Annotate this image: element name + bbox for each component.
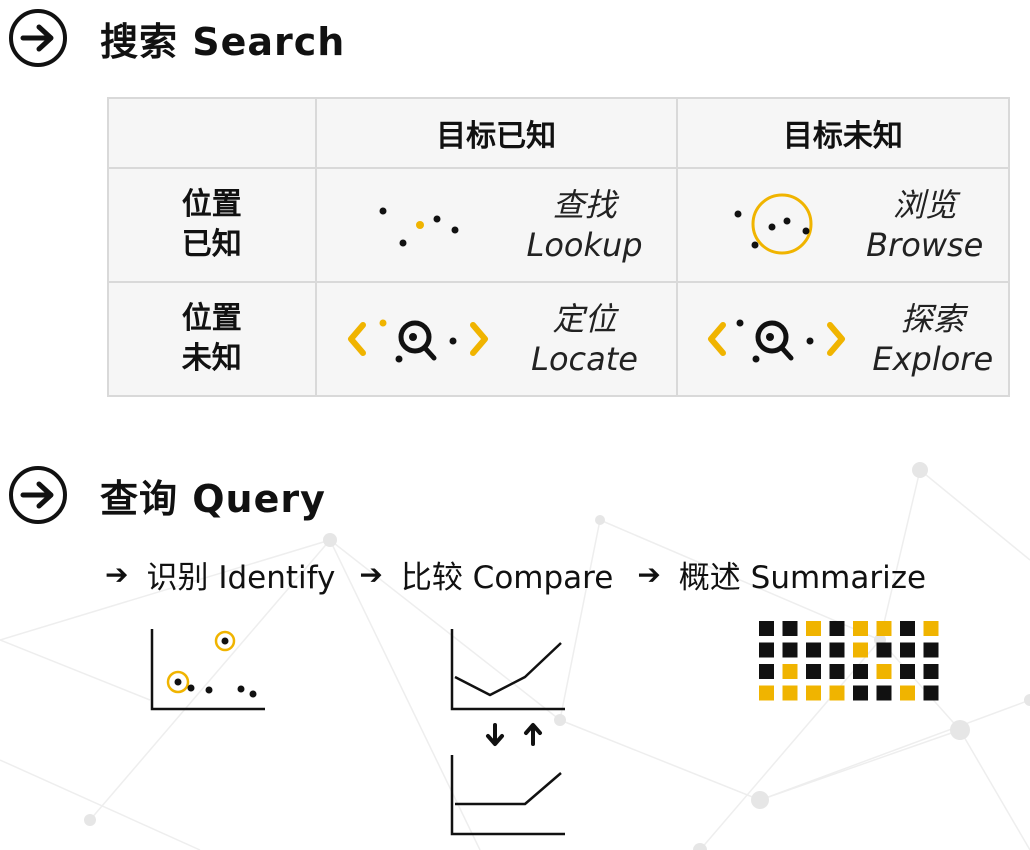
step-arrow: ➔ <box>105 558 129 591</box>
task-locate: 定位 Locate <box>531 300 638 378</box>
grid-cell <box>900 621 915 636</box>
step-summarize: 概述 Summarize <box>678 560 927 596</box>
circle-arrow-icon <box>9 466 67 524</box>
table-corner <box>107 97 317 169</box>
query-steps: ➔ 识别 Identify ➔ 比较 Compare ➔ 概述 Summariz… <box>105 552 926 597</box>
grid-cell <box>759 664 774 679</box>
step-compare: 比较 Compare <box>400 560 614 596</box>
grid-cell <box>782 685 798 701</box>
grid-cell <box>782 642 798 658</box>
task-explore: 探索 Explore <box>872 300 994 378</box>
row-label-line2: 未知 <box>181 341 242 376</box>
grid-cell <box>876 664 892 679</box>
grid-cell <box>759 642 774 658</box>
query-title: 查询 Query <box>100 476 326 521</box>
cell-locate: 定位 Locate <box>314 281 678 397</box>
query-header: 查询 Query <box>8 465 326 525</box>
grid-cell <box>900 664 915 679</box>
grid-cell <box>829 664 845 679</box>
row-header-location-unknown: 位置 未知 <box>107 281 317 397</box>
grid-cell <box>829 621 845 636</box>
cell-lookup: 查找 Lookup <box>314 167 678 283</box>
search-header: 搜索 Search <box>8 8 345 68</box>
search-table: 目标已知 目标未知 位置 已知 查找 Lookup 浏览 Browse 位置 未… <box>107 97 1011 397</box>
grid-cell <box>806 642 821 658</box>
cell-explore: 探索 Explore <box>675 281 1011 397</box>
grid-cell <box>759 685 774 701</box>
grid-cell <box>759 621 774 636</box>
grid-cell <box>829 685 845 701</box>
grid-cell <box>782 664 798 679</box>
row-label-line1: 位置 <box>181 187 242 222</box>
grid-cell <box>782 621 798 636</box>
col-header-target-unknown: 目标未知 <box>675 97 1011 169</box>
grid-cell <box>923 664 939 679</box>
grid-cell <box>876 642 892 658</box>
grid-cell <box>853 664 868 679</box>
grid-cell <box>806 621 821 636</box>
row-label-line2: 已知 <box>181 227 242 262</box>
grid-cell <box>853 685 868 701</box>
circle-arrow-icon <box>9 9 67 67</box>
identify-figure <box>150 629 265 711</box>
compare-figure <box>450 629 565 836</box>
grid-cell <box>923 621 939 636</box>
row-label-line1: 位置 <box>181 301 242 336</box>
col-header-target-known: 目标已知 <box>314 97 678 169</box>
grid-cell <box>876 621 892 636</box>
grid-cell <box>806 664 821 679</box>
grid-cell <box>876 685 892 701</box>
summarize-grid-figure <box>759 621 939 701</box>
grid-cell <box>900 685 915 701</box>
grid-cell <box>853 621 868 636</box>
grid-cell <box>853 642 868 658</box>
grid-cell <box>923 642 939 658</box>
step-arrow: ➔ <box>359 558 383 591</box>
task-lookup: 查找 Lookup <box>526 186 643 264</box>
step-arrow: ➔ <box>637 558 661 591</box>
swap-arrows-icon <box>486 723 542 746</box>
grid-cell <box>829 642 845 658</box>
step-identify: 识别 Identify <box>146 560 336 596</box>
grid-cell <box>900 642 915 658</box>
task-browse: 浏览 Browse <box>866 186 984 264</box>
row-header-location-known: 位置 已知 <box>107 167 317 283</box>
grid-cell <box>923 685 939 701</box>
cell-browse: 浏览 Browse <box>675 167 1011 283</box>
grid-cell <box>806 685 821 701</box>
search-title: 搜索 Search <box>100 19 346 64</box>
